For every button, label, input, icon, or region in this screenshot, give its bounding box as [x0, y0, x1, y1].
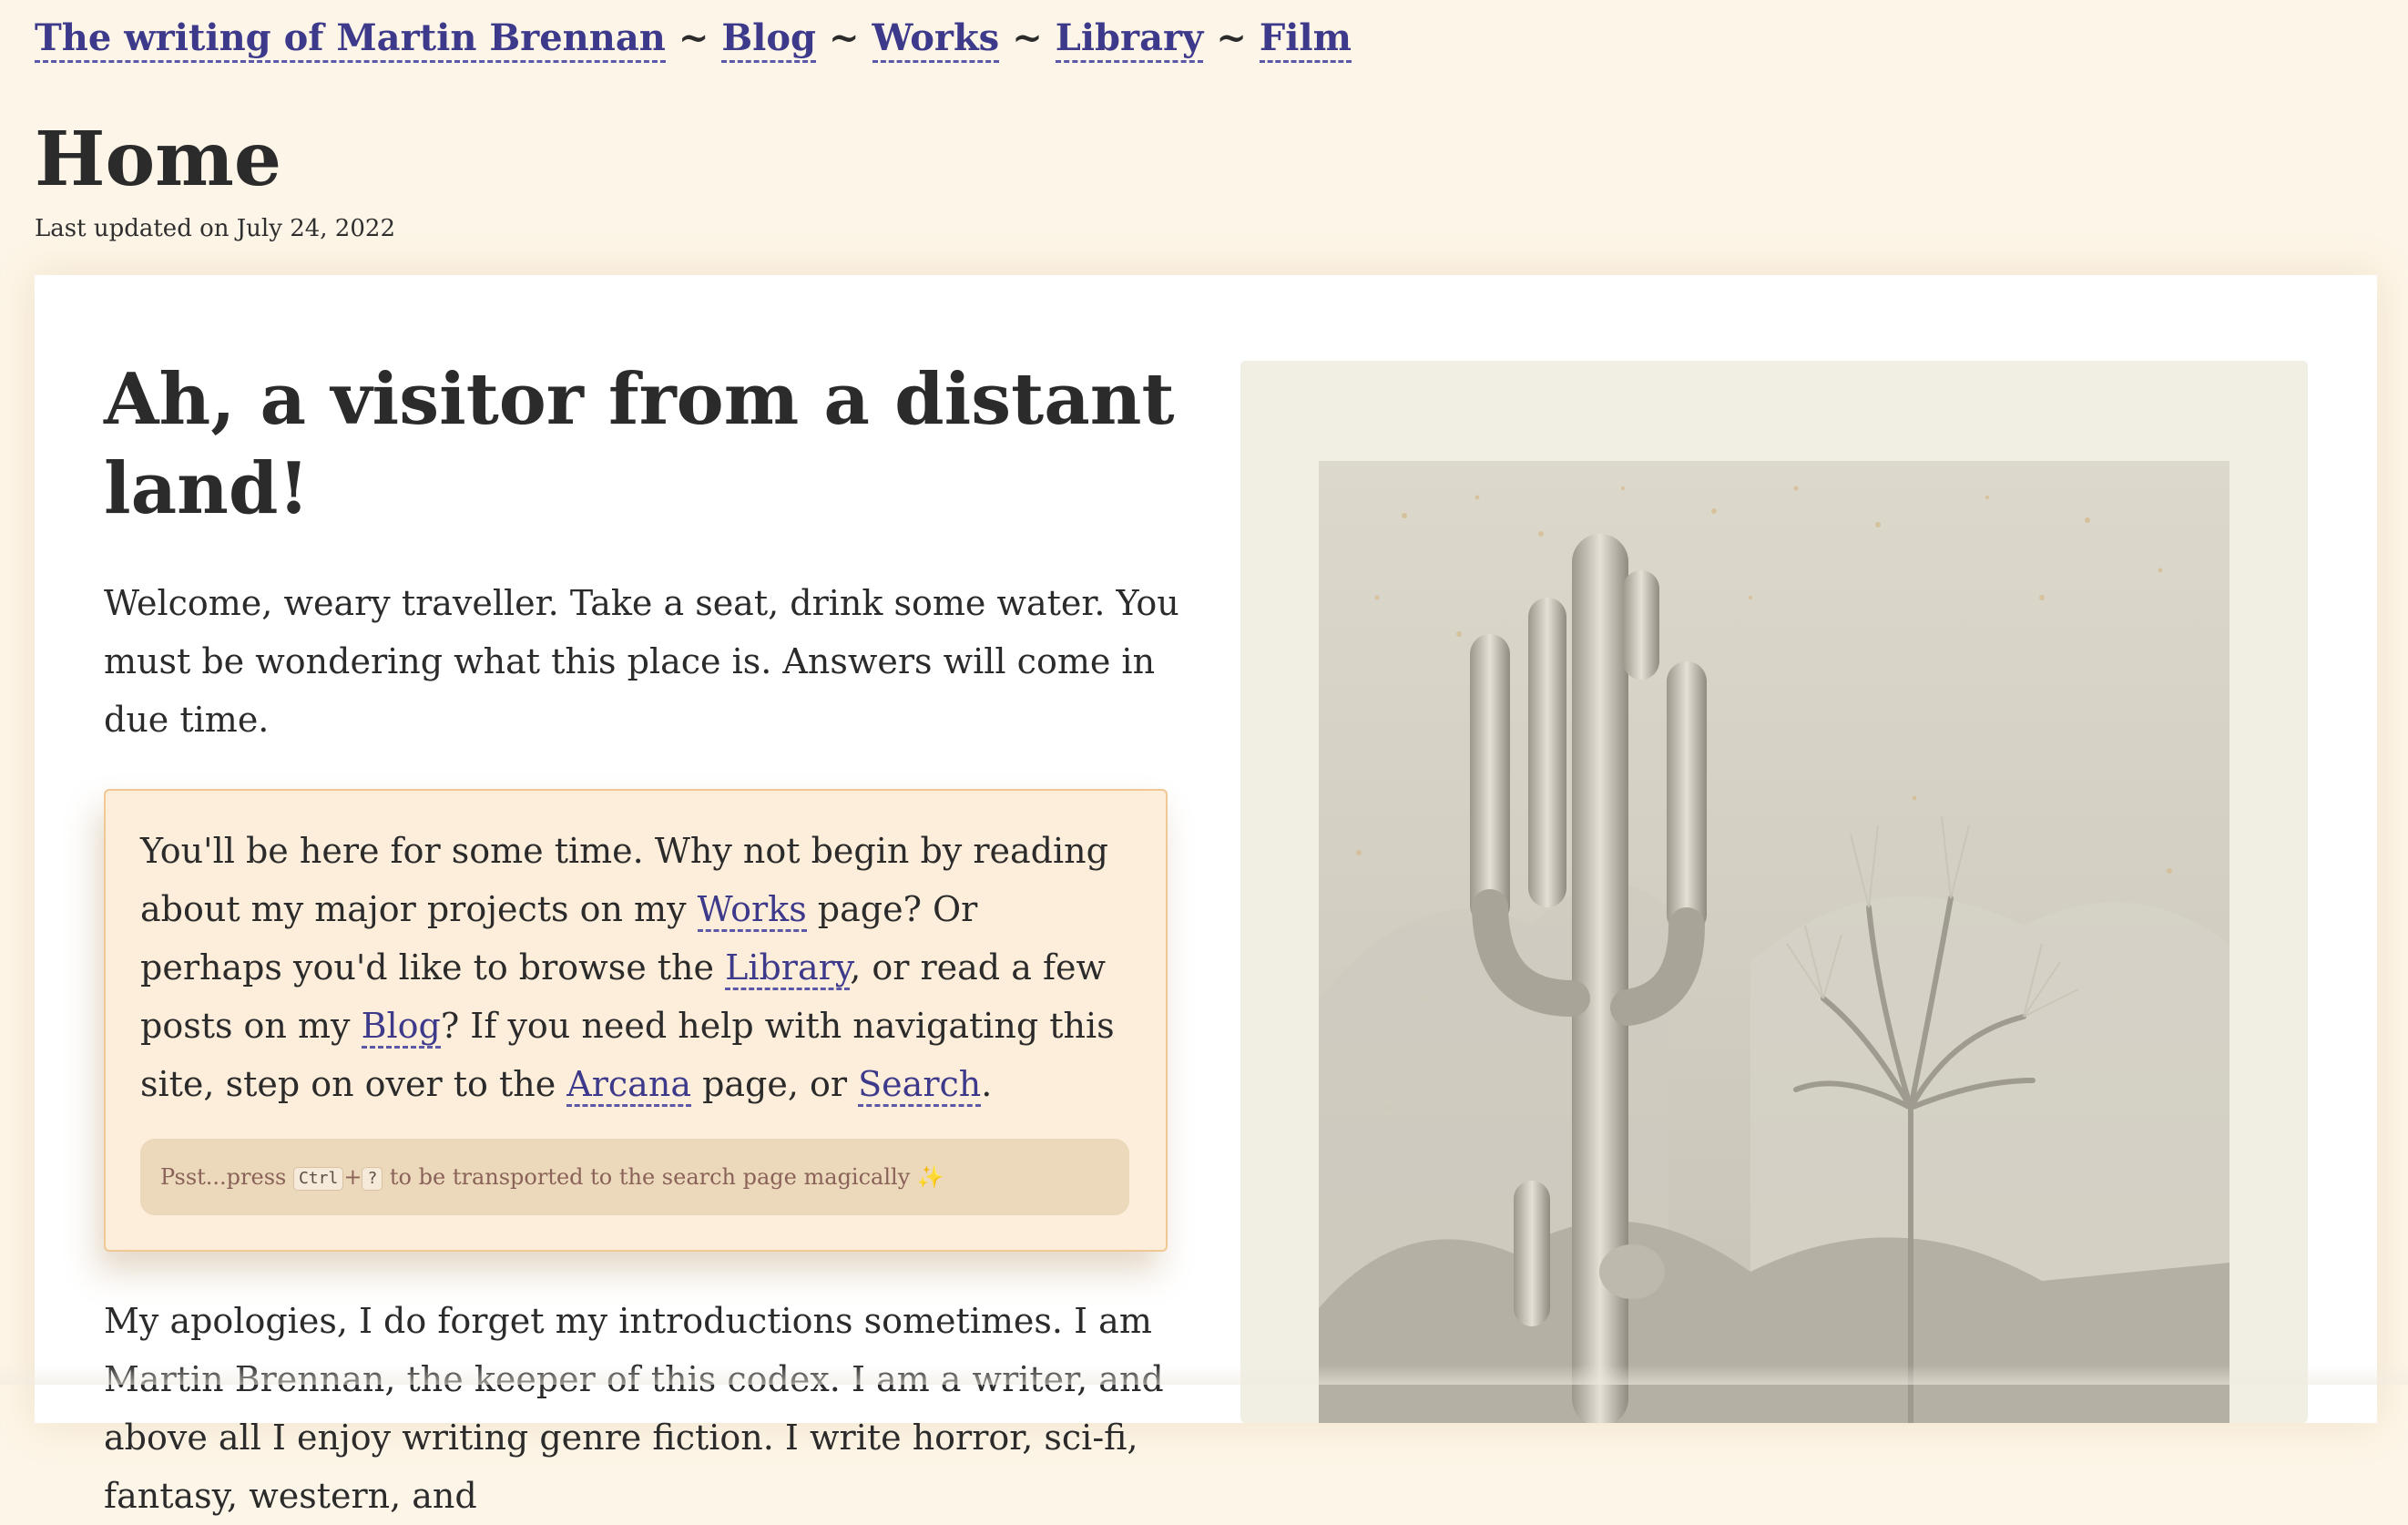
tip-plus: + [343, 1164, 362, 1190]
nav-link-film[interactable]: Film [1260, 16, 1352, 63]
search-shortcut-tip: Psst...press Ctrl+? to be transported to… [140, 1139, 1129, 1215]
nav-separator: ~ [829, 16, 860, 59]
last-updated: Last updated on July 24, 2022 [35, 215, 395, 242]
content-card: Ah, a visitor from a distant land! Welco… [35, 275, 2377, 1423]
works-link[interactable]: Works [698, 889, 807, 932]
nav-separator: ~ [1012, 16, 1043, 59]
nav-link-library[interactable]: Library [1056, 16, 1204, 63]
tip-prefix: Psst...press [160, 1164, 293, 1190]
cactus-illustration-icon [1240, 361, 2308, 1423]
library-link[interactable]: Library [725, 947, 850, 990]
nav-link-works[interactable]: Works [872, 16, 1000, 63]
callout-text-part: page, or [691, 1064, 858, 1104]
scroll-fade [0, 1365, 2408, 1385]
nav-separator: ~ [679, 16, 709, 59]
navigation-callout: You'll be here for some time. Why not be… [104, 789, 1168, 1252]
callout-text-part: . [981, 1064, 992, 1104]
nav-separator: ~ [1216, 16, 1247, 59]
main-text-column: Ah, a visitor from a distant land! Welco… [104, 355, 1206, 1525]
site-title-link[interactable]: The writing of Martin Brennan [35, 16, 666, 63]
welcome-heading: Ah, a visitor from a distant land! [104, 355, 1206, 534]
intro-paragraph: Welcome, weary traveller. Take a seat, d… [104, 574, 1206, 749]
about-paragraph: My apologies, I do forget my introductio… [104, 1292, 1206, 1525]
sparkle-icon: ✨ [917, 1164, 944, 1190]
blog-link[interactable]: Blog [362, 1006, 441, 1049]
search-link[interactable]: Search [858, 1064, 981, 1107]
arcana-link[interactable]: Arcana [566, 1064, 691, 1107]
tip-suffix: to be transported to the search page mag… [383, 1164, 917, 1190]
question-key: ? [362, 1167, 383, 1191]
site-nav: The writing of Martin Brennan~Blog~Works… [35, 16, 1352, 59]
ctrl-key: Ctrl [293, 1167, 343, 1191]
cactus-illustration [1240, 361, 2308, 1423]
nav-link-blog[interactable]: Blog [721, 16, 816, 63]
callout-text: You'll be here for some time. Why not be… [140, 822, 1129, 1113]
page-title: Home [35, 122, 281, 197]
